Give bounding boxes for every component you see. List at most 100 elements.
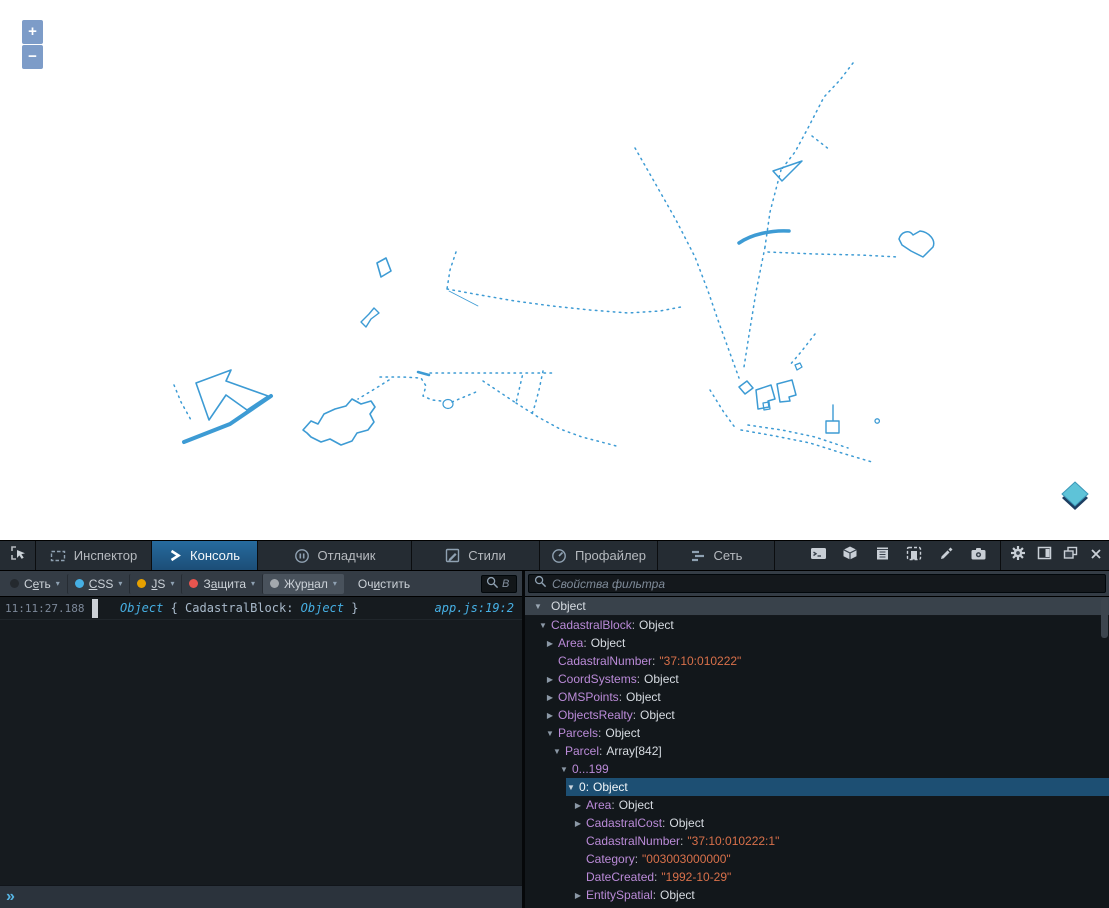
separate-window-button[interactable] xyxy=(1057,541,1083,570)
tab-label: Профайлер xyxy=(574,548,647,563)
inspector-search-row: Свойства фильтра xyxy=(525,571,1109,597)
map-canvas[interactable]: + − xyxy=(0,0,1109,540)
devtools-window-buttons xyxy=(1000,541,1109,570)
tab-console[interactable]: Консоль xyxy=(152,541,258,570)
network-icon xyxy=(690,549,706,563)
filter-js[interactable]: JS ▾ xyxy=(129,573,181,594)
property-name: CadastralBlock xyxy=(551,618,632,632)
property-value: "37:10:010222" xyxy=(659,654,742,668)
property-name: Area xyxy=(558,636,584,650)
tree-row-0...199[interactable]: ▼ 0...199 xyxy=(525,760,1109,778)
property-value: "1992-10-29" xyxy=(661,870,732,884)
tree-row-cadastralcost[interactable]: ▶ CadastralCost: Object xyxy=(525,814,1109,832)
twisty-expanded-icon[interactable]: ▼ xyxy=(566,783,576,792)
tab-network[interactable]: Сеть xyxy=(658,541,775,570)
chevron-down-icon: ▾ xyxy=(332,579,337,588)
map-features xyxy=(173,62,1089,510)
twisty-collapsed-icon[interactable]: ▶ xyxy=(573,819,583,828)
tab-label: Стили xyxy=(468,548,506,563)
tree-row-cadastralnumber[interactable]: CadastralNumber: "37:10:010222" xyxy=(525,652,1109,670)
colon: : xyxy=(662,816,666,830)
twisty-expanded-icon[interactable]: ▼ xyxy=(552,747,562,756)
filter-журнал[interactable]: Журнал ▾ xyxy=(262,573,344,594)
map-marker-icon[interactable] xyxy=(1061,481,1089,507)
filter-css[interactable]: CSS ▾ xyxy=(66,573,130,594)
tree-row-omspoints[interactable]: ▶ OMSPoints: Object xyxy=(525,688,1109,706)
scrollbar-thumb[interactable] xyxy=(1101,598,1108,638)
tree-row-parcels[interactable]: ▼ Parcels: Object xyxy=(525,724,1109,742)
split-console-button[interactable] xyxy=(802,541,834,570)
property-value: Object xyxy=(640,708,675,722)
console-output: 11:11:27.188 Object { CadastralBlock: Ob… xyxy=(0,597,522,885)
responsive-mode-button[interactable] xyxy=(898,541,930,570)
object-root-row[interactable]: ▼ Object xyxy=(525,597,1109,616)
3d-view-button[interactable] xyxy=(834,541,866,570)
filter-сеть[interactable]: Сеть ▾ xyxy=(3,574,67,594)
filter-защита[interactable]: Защита ▾ xyxy=(181,573,262,594)
clear-console-button[interactable]: Очистить xyxy=(348,574,420,594)
console-search-input[interactable]: В xyxy=(481,574,517,593)
console-log-row: 11:11:27.188 Object { CadastralBlock: Ob… xyxy=(0,597,522,620)
screen: + − Инспектор Консоль Отладчик Стили Профайл… xyxy=(0,0,1109,908)
filter-dot-icon xyxy=(189,579,199,588)
tab-debugger[interactable]: Отладчик xyxy=(258,541,412,570)
profiler-icon xyxy=(551,548,567,564)
tree-row-0[interactable]: ▼ 0: Object xyxy=(566,778,1109,796)
tree-row-area[interactable]: ▶ Area: Object xyxy=(525,796,1109,814)
dock-side-button[interactable] xyxy=(1031,541,1057,570)
property-name: DateCreated xyxy=(586,870,655,884)
filter-dot-icon xyxy=(137,579,147,588)
tab-profiler[interactable]: Профайлер xyxy=(540,541,658,570)
property-value: Object xyxy=(593,780,628,794)
3d-view-icon xyxy=(842,545,858,566)
settings-button[interactable] xyxy=(1005,541,1031,570)
tree-row-objectsrealty[interactable]: ▶ ObjectsRealty: Object xyxy=(525,706,1109,724)
pick-element-button[interactable] xyxy=(0,541,36,570)
twisty-collapsed-icon[interactable]: ▶ xyxy=(545,693,555,702)
twisty-collapsed-icon[interactable]: ▶ xyxy=(545,711,555,720)
tree-row-category[interactable]: Category: "003003000000" xyxy=(525,850,1109,868)
log-message[interactable]: Object { CadastralBlock: Object } xyxy=(120,601,358,615)
object-tree: ▼ CadastralBlock: Object ▶ Area: Object Cadast… xyxy=(525,616,1109,904)
colon: : xyxy=(654,870,658,884)
twisty-expanded-icon[interactable]: ▼ xyxy=(559,765,569,774)
console-input[interactable]: » xyxy=(0,885,522,908)
twisty-collapsed-icon[interactable]: ▶ xyxy=(573,891,583,900)
tree-row-cadastralnumber[interactable]: CadastralNumber: "37:10:010222:1" xyxy=(525,832,1109,850)
twisty-collapsed-icon[interactable]: ▶ xyxy=(573,801,583,810)
tree-row-datecreated[interactable]: DateCreated: "1992-10-29" xyxy=(525,868,1109,886)
scratchpad-button[interactable] xyxy=(866,541,898,570)
property-filter-input[interactable]: Свойства фильтра xyxy=(528,574,1106,593)
close-button[interactable] xyxy=(1083,541,1109,570)
twisty-expanded-icon[interactable]: ▼ xyxy=(545,729,555,738)
tree-row-cadastralblock[interactable]: ▼ CadastralBlock: Object xyxy=(525,616,1109,634)
tree-row-parcel[interactable]: ▼ Parcel: Array[842] xyxy=(525,742,1109,760)
zoom-out-button[interactable]: − xyxy=(22,45,43,69)
console-filters: Сеть ▾ CSS ▾ JS ▾ Защита ▾ Журнал ▾ xyxy=(3,573,344,594)
property-filter-placeholder: Свойства фильтра xyxy=(552,576,666,591)
property-value: Object xyxy=(590,636,626,650)
twisty-collapsed-icon[interactable]: ▶ xyxy=(545,639,555,648)
twisty-expanded-icon[interactable]: ▼ xyxy=(538,621,548,630)
twisty-expanded-icon[interactable]: ▼ xyxy=(533,602,543,611)
property-name: Category xyxy=(586,852,635,866)
colon: : xyxy=(598,726,602,740)
tree-row-entityspatial[interactable]: ▶ EntitySpatial: Object xyxy=(525,886,1109,904)
tab-inspector[interactable]: Инспектор xyxy=(36,541,152,570)
object-inspector-pane: Свойства фильтра ▼ Object ▼ CadastralBloc… xyxy=(525,571,1109,908)
twisty-collapsed-icon[interactable]: ▶ xyxy=(545,675,555,684)
property-name: CadastralNumber xyxy=(586,834,681,848)
tab-label: Инспектор xyxy=(73,548,138,563)
tree-row-coordsystems[interactable]: ▶ CoordSystems: Object xyxy=(525,670,1109,688)
pick-element-icon xyxy=(9,544,27,567)
colon: : xyxy=(599,744,603,758)
log-source-link[interactable]: app.js:19:2 xyxy=(435,601,514,615)
console-pane: Сеть ▾ CSS ▾ JS ▾ Защита ▾ Журнал ▾ Очистить В 11… xyxy=(0,571,522,908)
property-name: Area xyxy=(586,798,612,812)
console-icon xyxy=(169,549,182,562)
tab-styles[interactable]: Стили xyxy=(412,541,540,570)
tree-row-area[interactable]: ▶ Area: Object xyxy=(525,634,1109,652)
zoom-in-button[interactable]: + xyxy=(22,20,43,44)
screenshot-button[interactable] xyxy=(962,541,994,570)
eyedropper-button[interactable] xyxy=(930,541,962,570)
